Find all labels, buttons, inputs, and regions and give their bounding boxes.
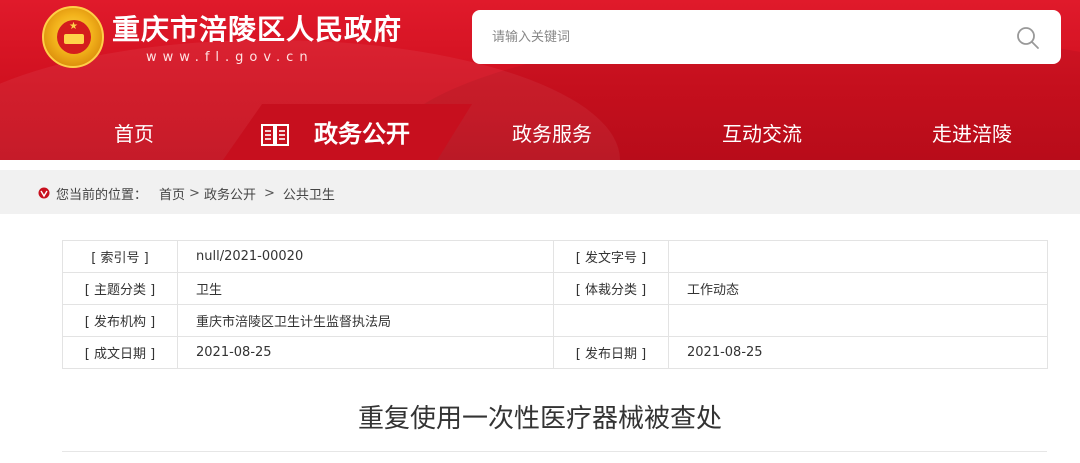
breadcrumb-public-health[interactable]: 公共卫生: [283, 184, 335, 203]
site-header: ★ 重庆市涪陵区人民政府 www.fl.gov.cn 首页 政务公开: [0, 0, 1080, 160]
table-row: [ 发布机构 ] 重庆市涪陵区卫生计生监督执法局: [62, 304, 1048, 337]
site-title[interactable]: 重庆市涪陵区人民政府: [112, 8, 402, 48]
meta-key-publish-date: [ 发布日期 ]: [553, 336, 669, 369]
meta-value-written-date: 2021-08-25: [177, 336, 554, 369]
table-row: [ 成文日期 ] 2021-08-25 [ 发布日期 ] 2021-08-25: [62, 336, 1048, 369]
meta-key-publisher: [ 发布机构 ]: [62, 304, 178, 337]
nav-item-home[interactable]: 首页: [114, 116, 154, 152]
article-title: 重复使用一次性医疗器械被查处: [357, 404, 722, 434]
breadcrumb-home[interactable]: 首页: [159, 184, 185, 203]
meta-value-publisher: 重庆市涪陵区卫生计生监督执法局: [177, 304, 554, 337]
nav-item-label: 政务公开: [314, 120, 410, 148]
meta-key-genre-category: [ 体裁分类 ]: [553, 272, 669, 305]
meta-key-doc-number: [ 发文字号 ]: [553, 240, 669, 273]
breadcrumb: 您当前的位置： 首页 > 政务公开 > 公共卫生: [38, 184, 335, 203]
national-emblem-icon[interactable]: ★: [42, 6, 104, 68]
meta-key-topic-category: [ 主题分类 ]: [62, 272, 178, 305]
nav-item-gov-services[interactable]: 政务服务: [512, 116, 592, 152]
location-pin-icon: [38, 187, 50, 198]
table-row: [ 索引号 ] null/2021-00020 [ 发文字号 ]: [62, 240, 1048, 273]
breadcrumb-bar: 您当前的位置： 首页 > 政务公开 > 公共卫生: [0, 170, 1080, 214]
meta-key-written-date: [ 成文日期 ]: [62, 336, 178, 369]
meta-value-publish-date: 2021-08-25: [668, 336, 1048, 369]
meta-value-empty: [668, 304, 1048, 337]
document-icon: [261, 124, 289, 146]
nav-item-interaction[interactable]: 互动交流: [722, 116, 802, 152]
breadcrumb-gov-affairs-open[interactable]: 政务公开: [204, 184, 256, 203]
nav-item-about-fuling[interactable]: 走进涪陵: [932, 116, 1012, 152]
nav-item-gov-affairs-open[interactable]: 政务公开: [261, 116, 410, 152]
search-box: [472, 10, 1061, 64]
table-row: [ 主题分类 ] 卫生 [ 体裁分类 ] 工作动态: [62, 272, 1048, 305]
document-meta-table: [ 索引号 ] null/2021-00020 [ 发文字号 ] [ 主题分类 …: [62, 240, 1048, 369]
site-url: www.fl.gov.cn: [146, 50, 314, 65]
breadcrumb-prefix: 您当前的位置：: [56, 188, 148, 203]
meta-key-empty: [553, 304, 669, 337]
search-input[interactable]: [492, 24, 992, 50]
meta-value-index-number: null/2021-00020: [177, 240, 554, 273]
meta-value-doc-number: [668, 240, 1048, 273]
breadcrumb-separator: >: [189, 186, 200, 201]
breadcrumb-separator: >: [263, 186, 275, 201]
meta-value-topic-category: 卫生: [177, 272, 554, 305]
divider: [62, 451, 1047, 452]
search-icon[interactable]: [1015, 25, 1041, 51]
meta-key-index-number: [ 索引号 ]: [62, 240, 178, 273]
meta-value-genre-category: 工作动态: [668, 272, 1048, 305]
main-nav: 首页 政务公开 政务服务 互动交流 走进涪陵: [0, 104, 1080, 160]
